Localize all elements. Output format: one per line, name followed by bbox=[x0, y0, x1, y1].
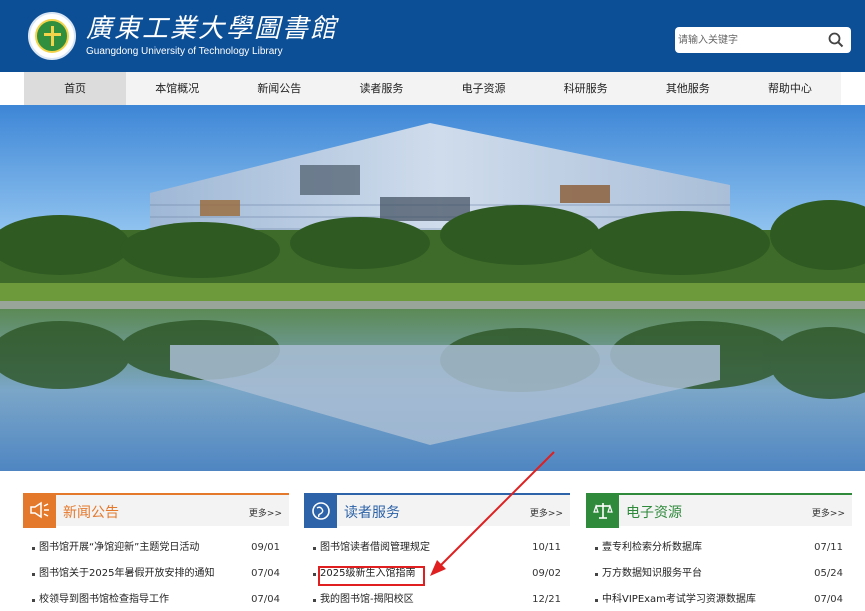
nav-item-home[interactable]: 首页 bbox=[24, 72, 127, 105]
e-resources-panel-title: 电子资源 bbox=[626, 505, 682, 521]
reader-services-more-link[interactable]: 更多>> bbox=[530, 506, 563, 519]
search-icon[interactable] bbox=[827, 31, 845, 49]
search-input[interactable] bbox=[678, 30, 818, 50]
library-building-photo bbox=[0, 105, 865, 471]
nav-item-other-services[interactable]: 其他服务 bbox=[637, 72, 739, 105]
news-panel-header: 新闻公告 更多>> bbox=[23, 493, 289, 528]
nav-item-reader-services[interactable]: 读者服务 bbox=[330, 72, 432, 105]
search-box bbox=[675, 27, 851, 53]
highlight-box bbox=[318, 566, 425, 586]
list-item[interactable]: 我的图书馆-揭阳校区 12/21 bbox=[304, 587, 570, 611]
reader-services-panel: 读者服务 更多>> 图书馆读者借阅管理规定 10/11 2025级新生入馆指南 09… bbox=[304, 493, 570, 611]
main-nav: 首页 本馆概况 新闻公告 读者服务 电子资源 科研服务 其他服务 帮助中心 bbox=[24, 72, 841, 105]
news-more-link[interactable]: 更多>> bbox=[249, 506, 282, 519]
news-panel-title: 新闻公告 bbox=[63, 505, 119, 521]
e-resources-panel: 电子资源 更多>> 壹专利检索分析数据库 07/11 万方数据知识服务平台 05/2… bbox=[586, 493, 852, 611]
site-logo[interactable]: 廣東工業大學圖書館 Guangdong University of Techno… bbox=[28, 12, 338, 60]
reader-services-panel-title: 读者服务 bbox=[344, 505, 400, 521]
nav-item-news[interactable]: 新闻公告 bbox=[228, 72, 330, 105]
list-item[interactable]: 图书馆开展“净馆迎新”主题党日活动 09/01 bbox=[23, 535, 289, 561]
scales-icon bbox=[586, 493, 619, 528]
list-item[interactable]: 校领导到图书馆检查指导工作 07/04 bbox=[23, 587, 289, 611]
nav-item-research-services[interactable]: 科研服务 bbox=[535, 72, 637, 105]
e-resources-panel-header: 电子资源 更多>> bbox=[586, 493, 852, 528]
nav-item-about[interactable]: 本馆概况 bbox=[126, 72, 228, 105]
banner-image[interactable] bbox=[0, 105, 865, 471]
reader-services-panel-header: 读者服务 更多>> bbox=[304, 493, 570, 528]
site-header: 廣東工業大學圖書館 Guangdong University of Techno… bbox=[0, 0, 865, 72]
e-resources-more-link[interactable]: 更多>> bbox=[812, 506, 845, 519]
list-item[interactable]: 图书馆读者借阅管理规定 10/11 bbox=[304, 535, 570, 561]
list-item[interactable]: 壹专利检索分析数据库 07/11 bbox=[586, 535, 852, 561]
list-item[interactable]: 万方数据知识服务平台 05/24 bbox=[586, 561, 852, 587]
logo-chinese-name: 廣東工業大學圖書館 bbox=[86, 13, 339, 44]
list-item[interactable]: 图书馆关于2025年暑假开放安排的通知 07/04 bbox=[23, 561, 289, 587]
news-list: 图书馆开展“净馆迎新”主题党日活动 09/01 图书馆关于2025年暑假开放安排的… bbox=[23, 535, 289, 611]
megaphone-icon bbox=[23, 493, 56, 528]
nav-item-help-center[interactable]: 帮助中心 bbox=[739, 72, 841, 105]
list-item[interactable]: 中科VIPExam考试学习资源数据库 07/04 bbox=[586, 587, 852, 611]
library-homepage: 廣東工業大學圖書館 Guangdong University of Techno… bbox=[0, 0, 865, 611]
e-resources-list: 壹专利检索分析数据库 07/11 万方数据知识服务平台 05/24 中科VIPExa… bbox=[586, 535, 852, 611]
globe-icon bbox=[304, 493, 337, 528]
news-panel: 新闻公告 更多>> 图书馆开展“净馆迎新”主题党日活动 09/01 图书馆关于20… bbox=[23, 493, 289, 611]
nav-item-e-resources[interactable]: 电子资源 bbox=[433, 72, 535, 105]
logo-english-name: Guangdong University of Technology Libra… bbox=[86, 45, 283, 57]
university-seal-icon bbox=[28, 12, 76, 60]
